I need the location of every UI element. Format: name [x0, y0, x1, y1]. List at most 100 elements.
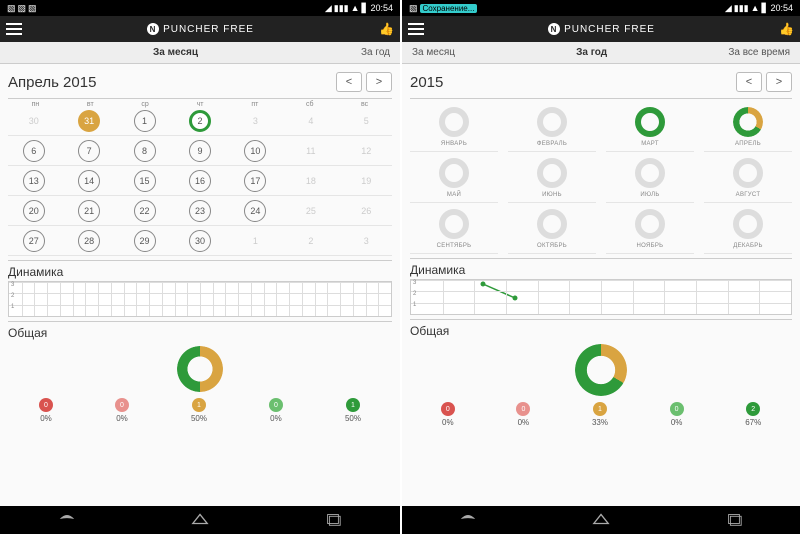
calendar-day[interactable]: 9: [189, 140, 211, 162]
menu-icon[interactable]: [408, 23, 424, 35]
content-area: 2015 < > ЯНВАРЬФЕВРАЛЬМАРТАПРЕЛЬМАЙИЮНЬИ…: [402, 64, 800, 506]
month-cell[interactable]: ЯНВАРЬ: [410, 107, 498, 152]
calendar-day[interactable]: 8: [134, 140, 156, 162]
legend-item: 133%: [592, 402, 608, 427]
summary-title: Общая: [410, 319, 792, 340]
legend-pct: 0%: [270, 414, 282, 423]
calendar-day[interactable]: 21: [78, 200, 100, 222]
dynamics-chart-right: 321: [410, 279, 792, 315]
month-cell[interactable]: ИЮНЬ: [508, 158, 596, 203]
month-label: ИЮНЬ: [542, 192, 562, 198]
calendar-day[interactable]: 3: [355, 230, 377, 252]
calendar-day[interactable]: 28: [78, 230, 100, 252]
calendar-day[interactable]: 12: [355, 140, 377, 162]
legend-item: 00%: [441, 402, 455, 427]
calendar-day[interactable]: 18: [300, 170, 322, 192]
calendar-day[interactable]: 2: [300, 230, 322, 252]
month-ring: [635, 209, 665, 239]
month-ring: [733, 158, 763, 188]
calendar-day[interactable]: 26: [355, 200, 377, 222]
like-button[interactable]: 👍: [379, 22, 394, 36]
android-nav-bar: [402, 506, 800, 534]
calendar-day[interactable]: 27: [23, 230, 45, 252]
menu-icon[interactable]: [6, 23, 22, 35]
calendar-day[interactable]: 20: [23, 200, 45, 222]
like-button[interactable]: 👍: [779, 22, 794, 36]
calendar-day[interactable]: 24: [244, 200, 266, 222]
app-logo-icon: N: [147, 23, 159, 35]
home-icon[interactable]: [581, 512, 621, 529]
calendar-day[interactable]: 30: [23, 110, 45, 132]
month-label: СЕНТЯБРЬ: [437, 243, 472, 249]
calendar-day[interactable]: 3: [244, 110, 266, 132]
calendar-day[interactable]: 1: [134, 110, 156, 132]
legend-pct: 50%: [345, 414, 361, 423]
tab-year[interactable]: За год: [351, 42, 400, 63]
legend-item: 267%: [745, 402, 761, 427]
recent-icon[interactable]: [714, 512, 754, 529]
calendar-day[interactable]: 23: [189, 200, 211, 222]
month-cell[interactable]: СЕНТЯБРЬ: [410, 209, 498, 254]
legend-item: 150%: [345, 398, 361, 423]
month-cell[interactable]: ФЕВРАЛЬ: [508, 107, 596, 152]
month-cell[interactable]: МАЙ: [410, 158, 498, 203]
app-title: PUNCHER FREE: [564, 24, 655, 35]
tab-month[interactable]: За месяц: [143, 42, 208, 63]
month-cell[interactable]: МАРТ: [606, 107, 694, 152]
summary-right: 00%00%133%00%267%: [410, 340, 792, 502]
calendar-day[interactable]: 6: [23, 140, 45, 162]
calendar-day[interactable]: 5: [355, 110, 377, 132]
tab-year[interactable]: За год: [566, 42, 617, 63]
tabs: За месяц За год За все время: [402, 42, 800, 64]
calendar-day[interactable]: 7: [78, 140, 100, 162]
prev-button[interactable]: <: [736, 72, 762, 92]
back-icon[interactable]: [47, 512, 87, 529]
app-logo-icon: N: [548, 23, 560, 35]
year-grid: ЯНВАРЬФЕВРАЛЬМАРТАПРЕЛЬ МАЙ ИЮНЬ ИЮЛЬ АВГУСТ…: [410, 98, 792, 254]
calendar-day[interactable]: 14: [78, 170, 100, 192]
legend-pct: 0%: [40, 414, 52, 423]
saving-badge: Сохранение...: [420, 4, 478, 13]
tab-all[interactable]: За все время: [718, 42, 800, 63]
calendar-day[interactable]: 1: [244, 230, 266, 252]
calendar-day[interactable]: 25: [300, 200, 322, 222]
month-cell[interactable]: ДЕКАБРЬ: [704, 209, 792, 254]
home-icon[interactable]: [180, 512, 220, 529]
calendar-day[interactable]: 31: [78, 110, 100, 132]
month-cell[interactable]: ИЮЛЬ: [606, 158, 694, 203]
next-button[interactable]: >: [366, 72, 392, 92]
month-cell[interactable]: ОКТЯБРЬ: [508, 209, 596, 254]
dynamics-chart-left: 321: [8, 281, 392, 317]
prev-button[interactable]: <: [336, 72, 362, 92]
month-ring: [537, 107, 567, 137]
month-label: ДЕКАБРЬ: [733, 243, 763, 249]
calendar-day[interactable]: 10: [244, 140, 266, 162]
calendar-day[interactable]: 19: [355, 170, 377, 192]
calendar-day[interactable]: 29: [134, 230, 156, 252]
month-cell[interactable]: АВГУСТ: [704, 158, 792, 203]
calendar-day[interactable]: 4: [300, 110, 322, 132]
month-cell[interactable]: НОЯБРЬ: [606, 209, 694, 254]
next-button[interactable]: >: [766, 72, 792, 92]
calendar-day[interactable]: 11: [300, 140, 322, 162]
month-label: ИЮЛЬ: [640, 192, 659, 198]
recent-icon[interactable]: [313, 512, 353, 529]
period-title: Апрель 2015: [8, 74, 96, 91]
back-icon[interactable]: [448, 512, 488, 529]
legend-dot: 0: [115, 398, 129, 412]
month-cell[interactable]: АПРЕЛЬ: [704, 107, 792, 152]
calendar-day[interactable]: 13: [23, 170, 45, 192]
tab-month[interactable]: За месяц: [402, 42, 465, 63]
legend-pct: 0%: [116, 414, 128, 423]
calendar-day[interactable]: 17: [244, 170, 266, 192]
calendar-day[interactable]: 16: [189, 170, 211, 192]
legend-item: 00%: [39, 398, 53, 423]
calendar-day[interactable]: 22: [134, 200, 156, 222]
month-ring: [537, 209, 567, 239]
summary-donut: [575, 344, 627, 396]
legend-dot: 1: [346, 398, 360, 412]
calendar-day[interactable]: 15: [134, 170, 156, 192]
calendar-day[interactable]: 30: [189, 230, 211, 252]
month-ring: [733, 209, 763, 239]
calendar-day[interactable]: 2: [189, 110, 211, 132]
